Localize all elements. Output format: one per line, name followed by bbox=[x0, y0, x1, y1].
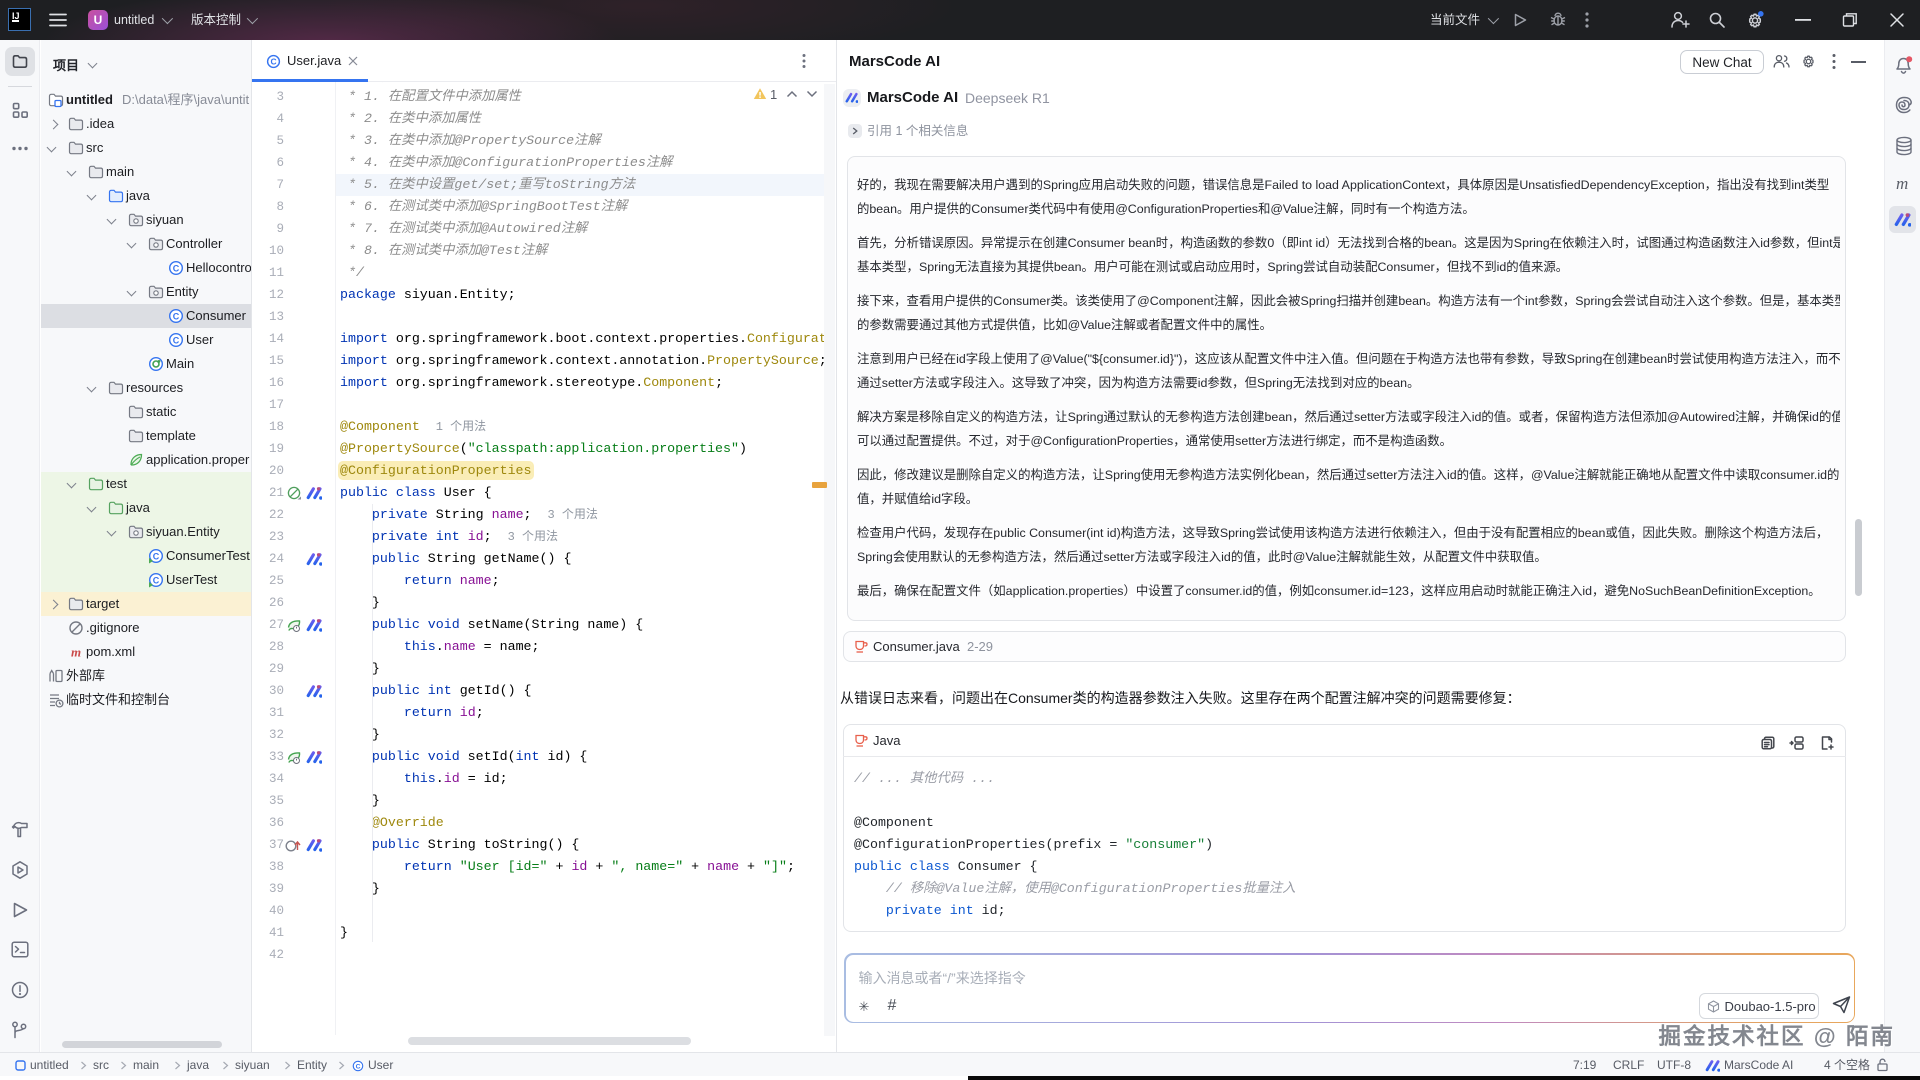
svg-text:C: C bbox=[153, 551, 160, 561]
svg-text:m: m bbox=[71, 645, 81, 660]
svg-text:C: C bbox=[173, 335, 180, 345]
svg-text:C: C bbox=[270, 57, 276, 67]
svg-text:C: C bbox=[173, 311, 180, 321]
svg-text:C: C bbox=[153, 575, 160, 585]
svg-text:C: C bbox=[356, 1063, 361, 1070]
svg-text:C: C bbox=[173, 263, 180, 273]
